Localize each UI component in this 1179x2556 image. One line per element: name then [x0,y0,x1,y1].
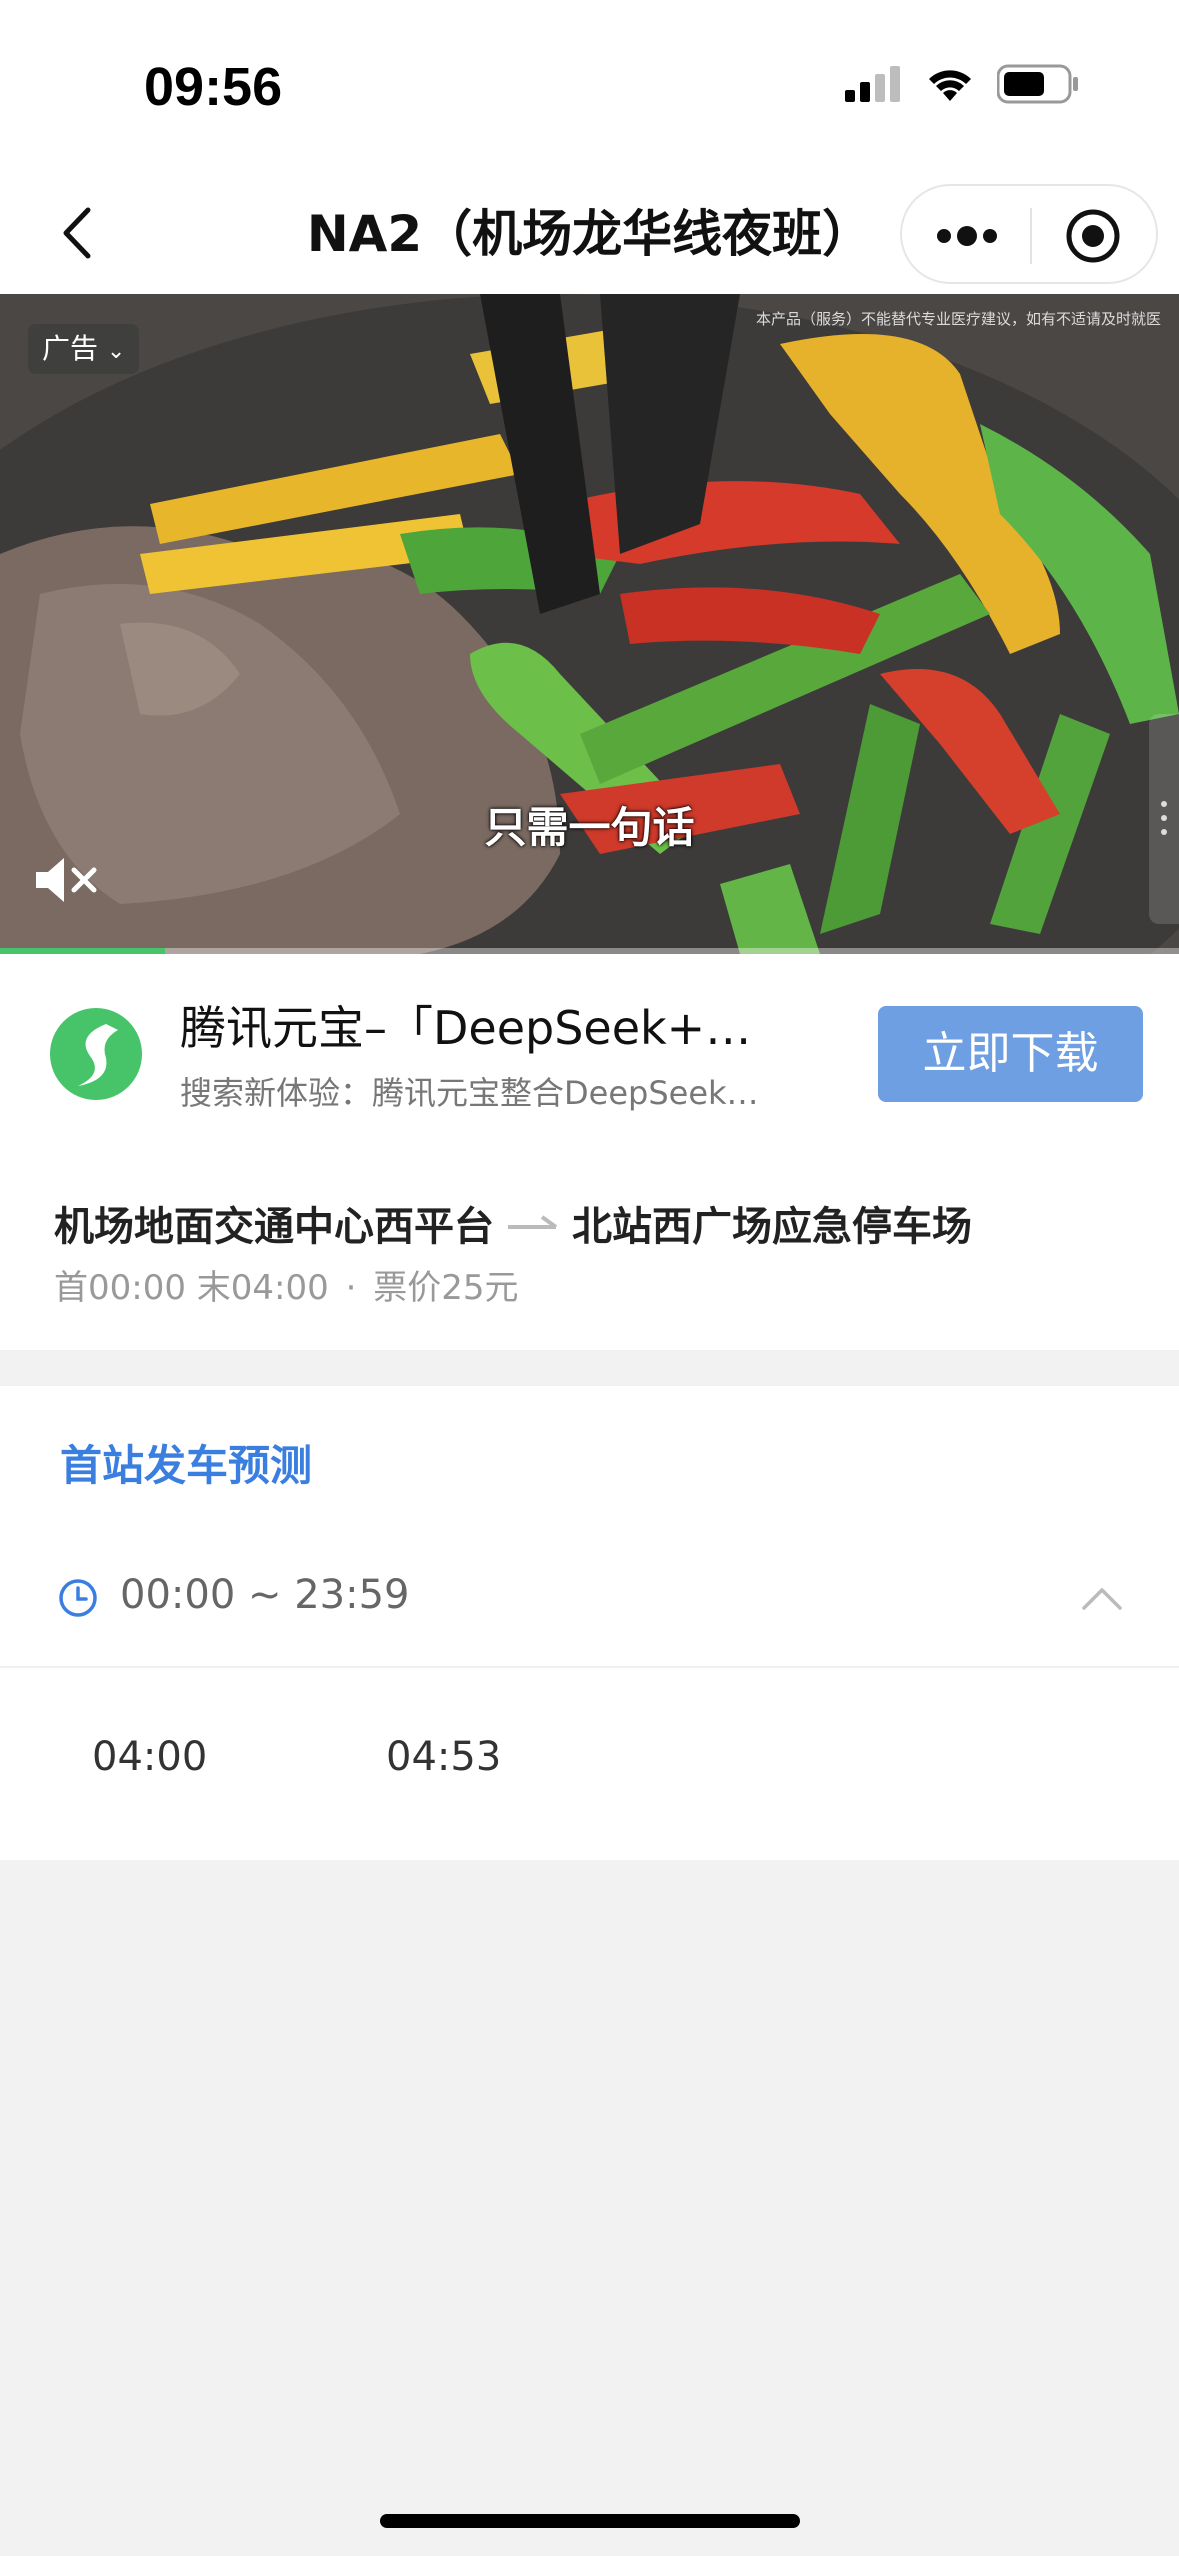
departure-prediction-section: 首站发车预测 00:00 ~ 23:59 04:00 04:53 [0,1386,1179,1860]
wifi-icon [929,70,971,101]
mute-icon[interactable] [30,850,102,910]
departure-times: 04:00 04:53 [0,1668,1179,1860]
last-bus-time: 末04:00 [196,1268,329,1308]
drag-handle-icon [1161,801,1167,835]
mini-program-capsule [900,184,1158,284]
first-bus-time: 首00:00 [54,1268,186,1308]
fare: 票价25元 [373,1268,519,1308]
route-origin: 机场地面交通中心西平台 [54,1204,494,1250]
time-range-toggle[interactable]: 00:00 ~ 23:59 [0,1528,1179,1668]
route-info: 机场地面交通中心西平台 北站西广场应急停车场 首00:00 末04:00 · 票… [0,1164,1179,1350]
chevron-down-icon: ⌄ [106,339,126,364]
side-handle[interactable] [1149,714,1179,924]
status-bar: 09:56 [0,0,1179,170]
status-icons [845,64,1079,104]
video-caption: 只需一句话 [484,803,695,852]
target-icon[interactable] [1065,208,1121,264]
video-frame-image [0,294,1179,954]
clock-icon [59,1579,97,1617]
download-button[interactable]: 立即下载 [878,1006,1143,1102]
ad-badge[interactable]: 广告 ⌄ [28,324,140,374]
meta-separator: · [345,1268,357,1308]
battery-icon [997,64,1078,104]
cellular-signal-icon [845,66,900,102]
section-title: 首站发车预测 [60,1441,313,1490]
ad-app-card[interactable]: 腾讯元宝–「DeepSeek+… 搜索新体验：腾讯元宝整合DeepSeek… 立… [0,954,1179,1164]
app-name: 腾讯元宝–「DeepSeek+… [180,1001,752,1055]
route-destination: 北站西广场应急停车场 [572,1204,972,1250]
more-icon[interactable] [932,218,1002,254]
ad-disclaimer: 本产品（服务）不能替代专业医疗建议，如有不适请及时就医 [755,310,1161,328]
time-range: 00:00 ~ 23:59 [120,1572,410,1618]
chevron-up-icon[interactable] [1080,1584,1124,1612]
departure-time: 04:53 [386,1734,502,1780]
ad-video[interactable]: 广告 ⌄ 本产品（服务）不能替代专业医疗建议，如有不适请及时就医 只需一句话 [0,294,1179,954]
route-arrow-icon [508,1215,558,1229]
capsule-divider [1030,208,1032,264]
app-description: 搜索新体验：腾讯元宝整合DeepSeek… [180,1074,759,1112]
status-time: 09:56 [144,57,283,117]
nav-bar: NA2（机场龙华线夜班） [0,170,1179,294]
route-line: 机场地面交通中心西平台 北站西广场应急停车场 [54,1194,972,1252]
home-indicator [380,2514,800,2528]
app-logo-icon [50,1008,142,1100]
departure-time: 04:00 [92,1734,208,1780]
ad-badge-label: 广告 [42,332,99,365]
route-meta: 首00:00 末04:00 · 票价25元 [54,1260,518,1309]
